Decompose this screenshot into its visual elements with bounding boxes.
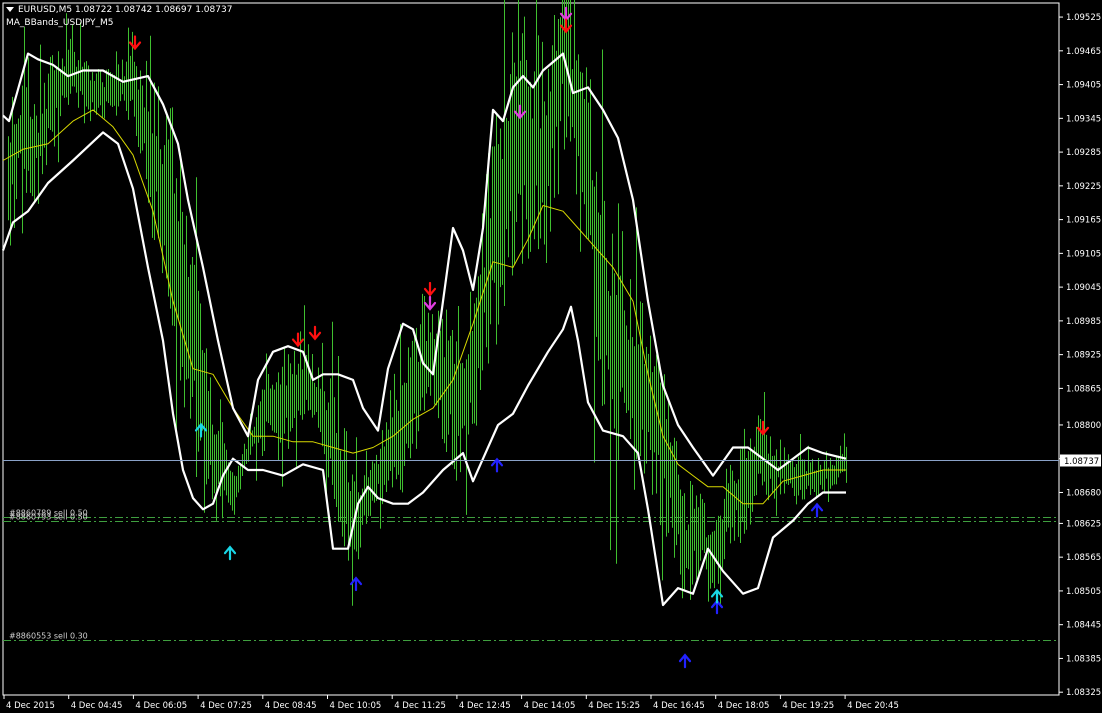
price-tick-label: 1.08985: [1066, 317, 1101, 327]
symbol-line: EURUSD,M5 1.08722 1.08742 1.08697 1.0873…: [18, 5, 233, 15]
arrow-down-icon: [308, 325, 322, 341]
signal-arrow-up-icon: [490, 457, 504, 473]
price-tick-label: 1.08625: [1066, 519, 1101, 529]
time-tick-label: 4 Dec 11:25: [394, 701, 446, 711]
price-tick-label: 1.09165: [1066, 216, 1101, 226]
price-tick-label: 1.09105: [1066, 249, 1101, 259]
signal-arrow-down-icon: [308, 325, 322, 341]
signal-arrow-up-icon: [810, 502, 824, 518]
price-tick-label: 1.09225: [1066, 182, 1101, 192]
dropdown-triangle-icon[interactable]: [6, 7, 14, 12]
arrow-down-icon: [291, 332, 305, 348]
time-tick-label: 4 Dec 14:05: [524, 701, 576, 711]
signal-arrow-down-icon: [423, 281, 437, 297]
time-tick-label: 4 Dec 18:05: [718, 701, 770, 711]
signal-arrow-down-icon: [756, 420, 770, 436]
time-tick-label: 4 Dec 2015: [6, 701, 55, 711]
arrow-up-icon: [223, 545, 237, 561]
price-tick-label: 1.08385: [1066, 654, 1101, 664]
time-tick-label: 4 Dec 16:45: [653, 701, 705, 711]
arrow-down-icon: [756, 420, 770, 436]
price-tick-label: 1.08865: [1066, 384, 1101, 394]
chart-window[interactable]: #8860789 sell 0.50 #8860793 sell 0.50 #886…: [0, 0, 1102, 713]
signal-arrow-up-icon: [678, 653, 692, 669]
arrow-up-icon: [810, 502, 824, 518]
price-tick-label: 1.08680: [1066, 488, 1101, 498]
arrow-down-icon: [423, 281, 437, 297]
signal-arrow-down-icon: [128, 35, 142, 51]
candles-group: [8, 0, 847, 606]
symbol-header: EURUSD,M5 1.08722 1.08742 1.08697 1.0873…: [6, 5, 232, 15]
price-tick-label: 1.08325: [1066, 688, 1101, 698]
price-tick-label: 1.09465: [1066, 47, 1101, 57]
price-tick-label: 1.08800: [1066, 421, 1101, 431]
order-label: #8860553 sell 0.30: [9, 632, 88, 641]
signal-arrow-down-icon: [291, 332, 305, 348]
arrow-down-icon: [128, 35, 142, 51]
price-chart[interactable]: #8860789 sell 0.50#8860793 sell 0.50#886…: [0, 0, 1102, 713]
arrow-up-icon: [678, 653, 692, 669]
price-tick-label: 1.09345: [1066, 114, 1101, 124]
price-tick-label: 1.09525: [1066, 13, 1101, 23]
price-tick-label: 1.08505: [1066, 587, 1101, 597]
arrow-up-icon: [490, 457, 504, 473]
time-tick-label: 4 Dec 20:45: [847, 701, 899, 711]
price-tick-label: 1.09045: [1066, 283, 1101, 293]
indicator-name: MA_BBands_USDJPY_M5: [6, 18, 114, 28]
time-tick-label: 4 Dec 06:05: [135, 701, 187, 711]
current-price-marker: 1.08737: [1060, 454, 1101, 467]
time-tick-label: 4 Dec 12:45: [459, 701, 511, 711]
time-tick-label: 4 Dec 19:25: [782, 701, 834, 711]
time-tick-label: 4 Dec 04:45: [71, 701, 123, 711]
price-tick-label: 1.08925: [1066, 351, 1101, 361]
time-tick-label: 4 Dec 07:25: [200, 701, 252, 711]
arrow-down-icon: [423, 295, 437, 311]
price-tick-label: 1.08445: [1066, 621, 1101, 631]
time-tick-label: 4 Dec 10:05: [330, 701, 382, 711]
signal-arrow-up-icon: [223, 545, 237, 561]
order-label: #8860793 sell 0.50: [9, 513, 88, 522]
price-tick-label: 1.09405: [1066, 81, 1101, 91]
time-tick-label: 4 Dec 08:45: [265, 701, 317, 711]
signal-arrow-down-icon: [423, 295, 437, 311]
price-tick-label: 1.09285: [1066, 148, 1101, 158]
time-tick-label: 4 Dec 15:25: [588, 701, 640, 711]
current-price-label: 1.08737: [1064, 457, 1099, 467]
price-tick-label: 1.08565: [1066, 553, 1101, 563]
